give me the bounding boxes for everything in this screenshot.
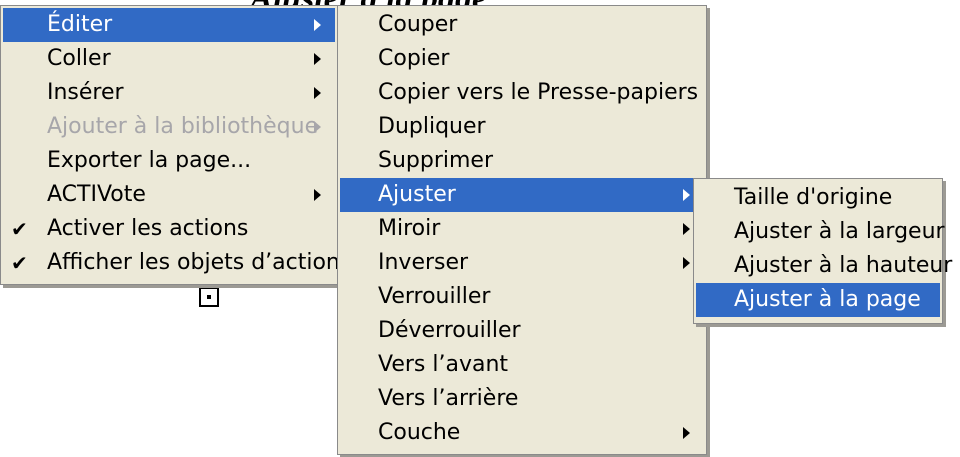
menu-item-label: Dupliquer bbox=[378, 114, 486, 139]
menu-item-label: Éditer bbox=[47, 12, 113, 37]
menu-item-coller[interactable]: Coller bbox=[3, 42, 335, 76]
menu-item-ajouter-bibliotheque: Ajouter à la bibliothèque bbox=[3, 110, 335, 144]
menu-item-label: Couche bbox=[378, 420, 461, 445]
menu-item-label: Vers l’arrière bbox=[378, 386, 519, 411]
menu-item-label: Exporter la page... bbox=[47, 148, 252, 173]
menu-item-ajuster-hauteur[interactable]: Ajuster à la hauteur bbox=[696, 249, 952, 283]
menu-item-label: Ajuster bbox=[378, 182, 456, 207]
menu-item-label: Copier bbox=[378, 46, 450, 71]
menu-item-inverser[interactable]: Inverser bbox=[340, 246, 704, 280]
menu-item-couper[interactable]: Couper bbox=[340, 8, 704, 42]
menu-item-label: Insérer bbox=[47, 80, 124, 105]
menu-item-taille-origine[interactable]: Taille d'origine bbox=[696, 181, 940, 215]
menu-item-label: Activer les actions bbox=[47, 216, 249, 241]
menu-item-label: Taille d'origine bbox=[734, 185, 893, 210]
menu-item-couche[interactable]: Couche bbox=[340, 416, 704, 450]
menu-item-ajuster-page[interactable]: Ajuster à la page bbox=[696, 283, 940, 317]
menu-item-label: Couper bbox=[378, 12, 458, 37]
context-menu-main: Éditer Coller Insérer Ajouter à la bibli… bbox=[0, 5, 340, 285]
menu-item-label: Afficher les objets d’action bbox=[47, 250, 340, 275]
menu-item-label: Copier vers le Presse-papiers bbox=[378, 80, 699, 105]
menu-item-vers-arriere[interactable]: Vers l’arrière bbox=[340, 382, 704, 416]
menu-item-inserer[interactable]: Insérer bbox=[3, 76, 335, 110]
menu-item-vers-avant[interactable]: Vers l’avant bbox=[340, 348, 704, 382]
submenu-arrow-icon bbox=[683, 189, 690, 201]
menu-item-afficher-objets-action[interactable]: ✔ Afficher les objets d’action bbox=[3, 246, 340, 280]
context-menu-editer: Couper Copier Copier vers le Presse-papi… bbox=[337, 5, 707, 455]
checkmark-icon: ✔ bbox=[11, 217, 28, 241]
menu-item-activer-actions[interactable]: ✔ Activer les actions bbox=[3, 212, 335, 246]
menu-item-ajuster[interactable]: Ajuster bbox=[340, 178, 704, 212]
submenu-arrow-icon bbox=[314, 87, 321, 99]
submenu-arrow-icon bbox=[314, 53, 321, 65]
submenu-arrow-icon bbox=[314, 19, 321, 31]
menu-item-label: Ajuster à la hauteur bbox=[734, 253, 953, 278]
menu-item-supprimer[interactable]: Supprimer bbox=[340, 144, 704, 178]
menu-item-dupliquer[interactable]: Dupliquer bbox=[340, 110, 704, 144]
menu-item-label: Ajuster à la page bbox=[734, 287, 921, 312]
menu-item-editer[interactable]: Éditer bbox=[3, 8, 335, 42]
menu-item-label: Ajouter à la bibliothèque bbox=[47, 114, 319, 139]
menu-item-verrouiller[interactable]: Verrouiller bbox=[340, 280, 704, 314]
submenu-arrow-icon bbox=[314, 121, 321, 133]
menu-item-label: Déverrouiller bbox=[378, 318, 521, 343]
menu-item-label: Verrouiller bbox=[378, 284, 491, 309]
menu-item-copier-presse-papiers[interactable]: Copier vers le Presse-papiers bbox=[340, 76, 704, 110]
menu-item-deverrouiller[interactable]: Déverrouiller bbox=[340, 314, 704, 348]
menu-item-label: ACTIVote bbox=[47, 182, 146, 207]
submenu-arrow-icon bbox=[314, 189, 321, 201]
context-menu-ajuster: Taille d'origine Ajuster à la largeur Aj… bbox=[693, 178, 952, 324]
menu-item-miroir[interactable]: Miroir bbox=[340, 212, 704, 246]
menu-item-label: Vers l’avant bbox=[378, 352, 509, 377]
menu-item-label: Coller bbox=[47, 46, 111, 71]
selection-handle-icon[interactable] bbox=[199, 287, 219, 307]
menu-item-label: Ajuster à la largeur bbox=[734, 219, 945, 244]
menu-item-activote[interactable]: ACTIVote bbox=[3, 178, 335, 212]
menu-item-label: Inverser bbox=[378, 250, 469, 275]
menu-item-exporter-page[interactable]: Exporter la page... bbox=[3, 144, 335, 178]
submenu-arrow-icon bbox=[683, 257, 690, 269]
menu-item-label: Miroir bbox=[378, 216, 441, 241]
menu-item-copier[interactable]: Copier bbox=[340, 42, 704, 76]
menu-item-ajuster-largeur[interactable]: Ajuster à la largeur bbox=[696, 215, 945, 249]
submenu-arrow-icon bbox=[683, 223, 690, 235]
menu-item-label: Supprimer bbox=[378, 148, 494, 173]
checkmark-icon: ✔ bbox=[11, 251, 28, 275]
submenu-arrow-icon bbox=[683, 427, 690, 439]
